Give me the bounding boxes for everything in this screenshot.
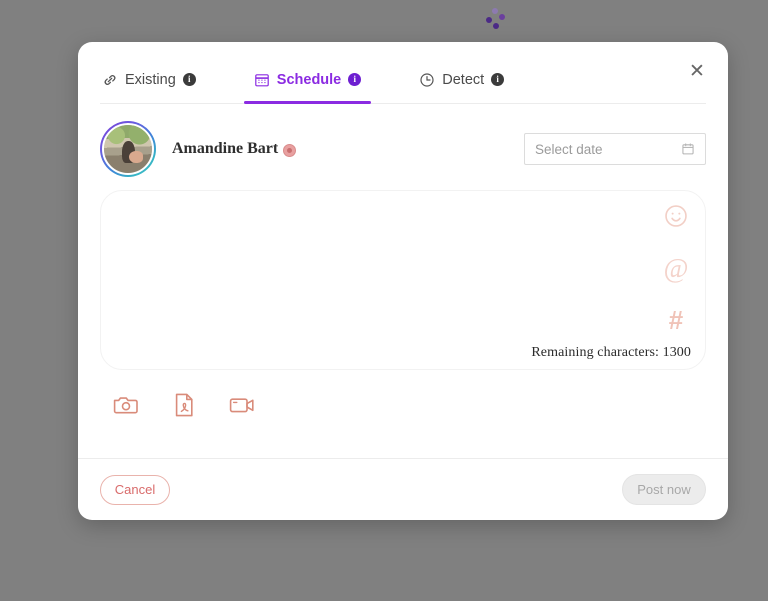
clock-icon — [419, 72, 435, 88]
target-emoji-icon — [283, 143, 297, 157]
post-text-input[interactable] — [101, 191, 645, 369]
tab-existing-label: Existing — [125, 71, 176, 88]
tab-detect-label: Detect — [442, 71, 485, 88]
tab-bar: Existing i Schedule i Detect i — [100, 56, 706, 104]
calendar-icon — [254, 72, 270, 88]
tab-detect[interactable]: Detect i — [417, 56, 506, 103]
avatar-image — [102, 123, 154, 175]
cancel-button[interactable]: Cancel — [100, 474, 170, 505]
character-counter: Remaining characters: 1300 — [531, 345, 691, 360]
tab-schedule-label: Schedule — [276, 71, 342, 88]
composer-section: @ # Remaining characters: 1300 — [78, 178, 728, 370]
post-now-button[interactable]: Post now — [622, 474, 706, 505]
emoji-icon[interactable] — [663, 203, 689, 229]
modal-footer: Cancel Post now — [78, 458, 728, 520]
active-tab-indicator — [243, 101, 372, 104]
spinner-dot — [493, 23, 499, 29]
loading-spinner — [484, 8, 508, 32]
link-icon — [102, 72, 118, 88]
avatar-photo-subject — [128, 150, 144, 164]
calendar-icon — [681, 142, 695, 156]
account-row: Amandine Bart Select date — [78, 104, 728, 178]
info-icon[interactable]: i — [182, 73, 196, 86]
tab-schedule[interactable]: Schedule i — [243, 56, 372, 104]
info-icon[interactable]: i — [348, 73, 362, 86]
camera-icon[interactable] — [112, 391, 140, 419]
attachment-toolbar — [78, 370, 728, 426]
date-picker[interactable]: Select date — [524, 133, 706, 165]
account-name: Amandine Bart — [172, 140, 297, 158]
pdf-file-icon[interactable] — [170, 391, 198, 419]
post-composer-modal: ✕ Existing i Schedule i Detect i Amandin… — [78, 42, 728, 520]
spinner-dot — [486, 17, 492, 23]
avatar[interactable] — [100, 121, 156, 177]
composer-tools: @ # — [663, 203, 689, 333]
mention-icon[interactable]: @ — [663, 254, 689, 281]
composer-box: @ # Remaining characters: 1300 — [100, 190, 706, 370]
date-picker-placeholder: Select date — [535, 141, 603, 157]
account-name-text: Amandine Bart — [172, 140, 279, 157]
info-icon[interactable]: i — [491, 73, 505, 86]
hashtag-icon[interactable]: # — [663, 307, 689, 333]
video-camera-icon[interactable] — [228, 391, 256, 419]
spinner-dot — [499, 14, 505, 20]
spinner-dot — [492, 8, 498, 14]
tab-existing[interactable]: Existing i — [100, 56, 198, 103]
